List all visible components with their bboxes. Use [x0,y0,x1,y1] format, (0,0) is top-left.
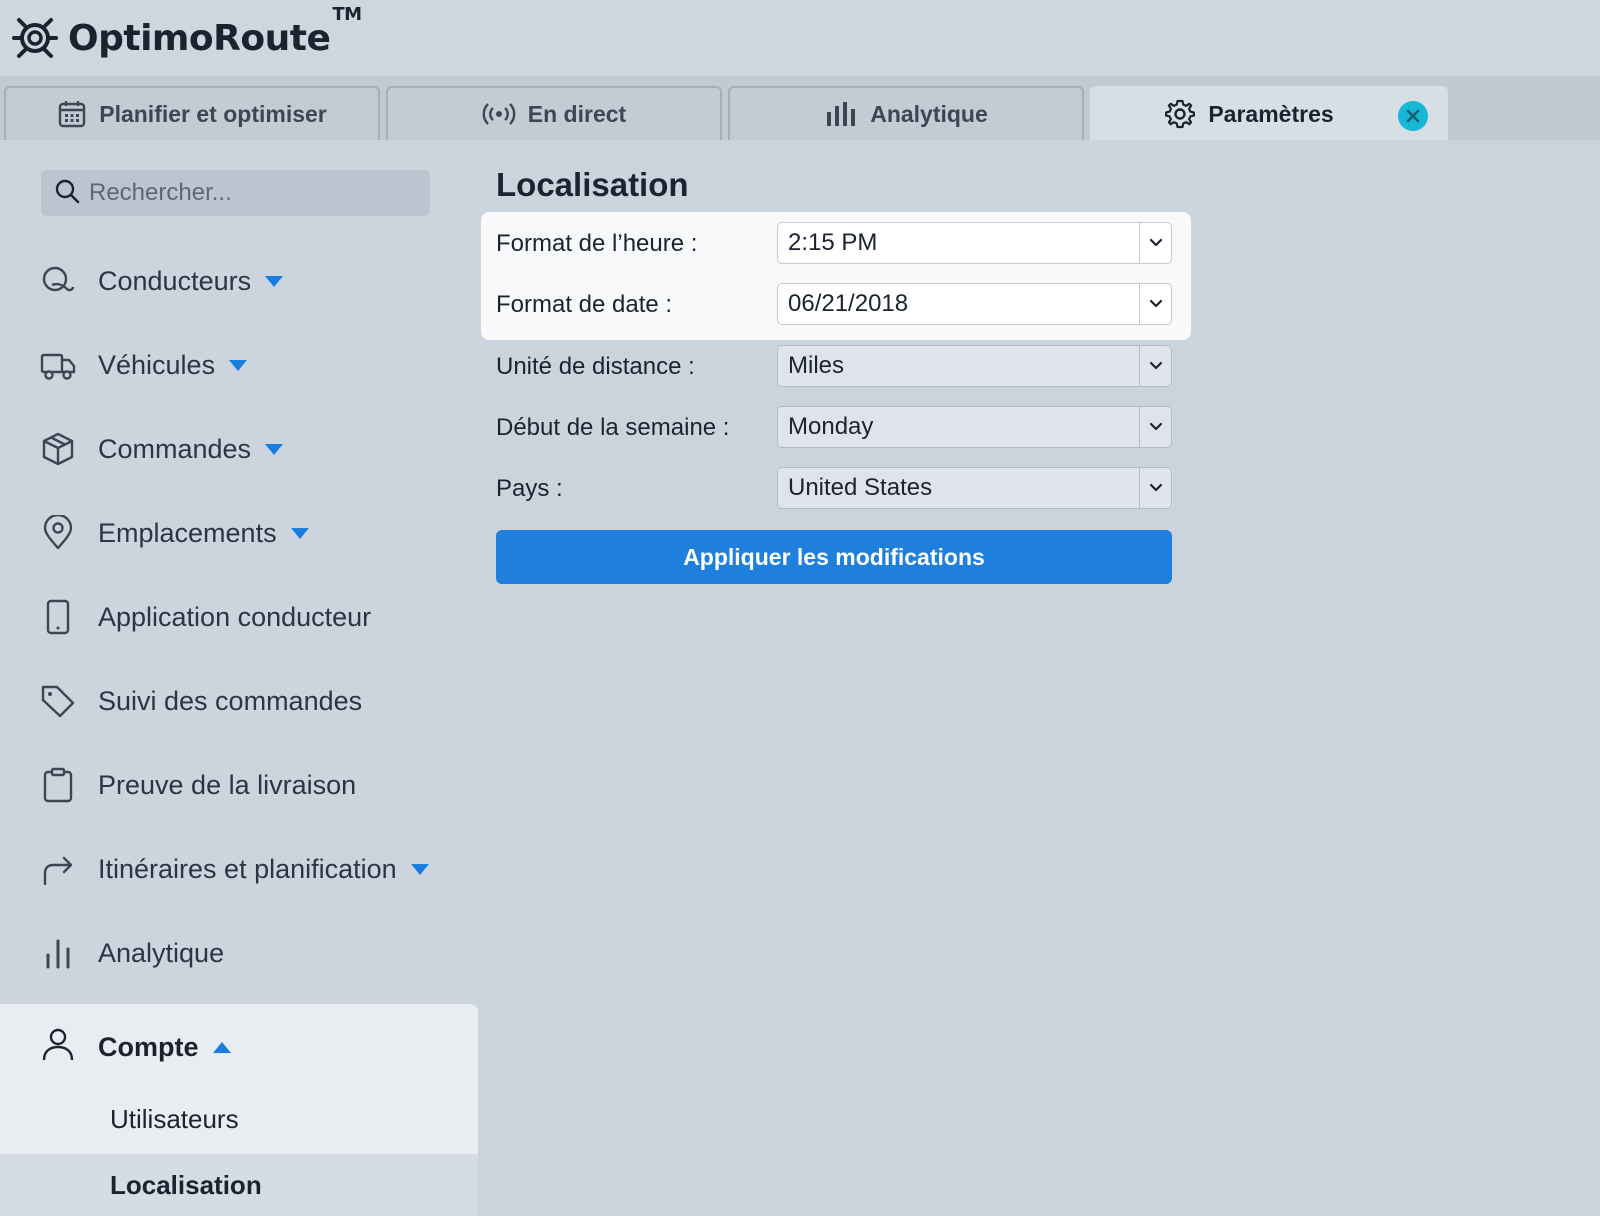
location-pin-icon [40,515,76,551]
sidebar-item-compte[interactable]: Compte [40,1020,231,1074]
date-format-label: Format de date : [496,291,673,318]
sidebar-item-commandes[interactable]: Commandes [40,424,284,474]
caret-down-icon [410,863,429,875]
chevron-down-icon [1139,407,1171,447]
sidebar-item-label: Preuve de la livraison [98,769,357,800]
select-value: Miles [788,352,845,379]
week-start-select[interactable]: Monday [777,406,1172,448]
gear-icon [1164,98,1196,130]
sidebar-item-label: Conducteurs [98,265,252,296]
box-icon [40,431,76,467]
tab-planifier[interactable]: Planifier et optimiser [4,86,380,140]
sidebar: Conducteurs Véhicules Commandes [0,140,478,1216]
optimoroute-logo-icon [10,13,60,63]
search-input[interactable] [89,179,419,207]
country-select[interactable]: United States [777,467,1172,509]
truck-icon [40,347,76,383]
driver-icon [40,263,76,299]
sidebar-item-label: Compte [98,1031,199,1062]
tab-label: En direct [527,100,627,127]
chevron-down-icon [1139,346,1171,386]
close-icon [1406,109,1420,123]
sidebar-item-label: Application conducteur [98,601,372,632]
search-box[interactable] [41,170,430,216]
tab-label: Planifier et optimiser [99,100,327,127]
route-arrow-icon [40,851,76,887]
sidebar-subitem-utilisateurs[interactable]: Utilisateurs [0,1088,478,1150]
phone-icon [40,599,76,635]
page-title: Localisation [496,166,689,203]
select-value: United States [788,474,933,501]
clipboard-icon [40,767,76,803]
app-name-text: OptimoRoute [68,17,331,59]
sidebar-subitem-label: Utilisateurs [110,1103,239,1134]
top-bar: OptimoRouteTM [0,0,1600,76]
sidebar-item-itineraires[interactable]: Itinéraires et planification [40,844,429,894]
sidebar-item-conducteurs[interactable]: Conducteurs [40,256,284,306]
calendar-icon [57,99,87,129]
sidebar-item-emplacements[interactable]: Emplacements [40,508,309,558]
sidebar-item-preuve-de-la-livraison[interactable]: Preuve de la livraison [40,760,356,810]
sidebar-subitem-label: Localisation [110,1169,262,1200]
broadcast-icon [482,101,516,127]
select-value: 2:15 PM [788,229,878,256]
sidebar-subitem-localisation[interactable]: Localisation [0,1154,478,1216]
time-format-select[interactable]: 2:15 PM [777,222,1172,264]
sidebar-item-label: Emplacements [98,517,277,548]
tab-label: Paramètres [1208,100,1334,127]
app-name: OptimoRouteTM [68,4,362,59]
date-format-select[interactable]: 06/21/2018 [777,283,1172,325]
tab-label: Analytique [870,100,988,127]
distance-unit-select[interactable]: Miles [777,345,1172,387]
search-icon [53,177,81,210]
caret-down-icon [265,275,284,287]
close-tab-button[interactable] [1398,101,1428,131]
sidebar-item-label: Suivi des commandes [98,685,363,716]
distance-unit-label: Unité de distance : [496,353,695,380]
trademark: TM [332,3,362,25]
tag-icon [40,683,76,719]
sidebar-item-label: Véhicules [98,349,216,380]
caret-up-icon [212,1041,231,1053]
caret-down-icon [265,443,284,455]
select-value: 06/21/2018 [788,290,909,317]
tab-analytique[interactable]: Analytique [728,86,1084,140]
bar-chart-icon [40,935,76,971]
bar-chart-icon [824,100,858,128]
week-start-label: Début de la semaine : [496,414,730,441]
caret-down-icon [290,527,309,539]
account-panel: Compte Utilisateurs Localisation [0,1004,478,1216]
apply-changes-button[interactable]: Appliquer les modifications [496,530,1172,584]
sidebar-item-application-conducteur[interactable]: Application conducteur [40,592,371,642]
sidebar-item-label: Itinéraires et planification [98,853,397,884]
sidebar-item-suivi-des-commandes[interactable]: Suivi des commandes [40,676,362,726]
tab-parametres[interactable]: Paramètres [1090,86,1448,140]
chevron-down-icon [1139,468,1171,508]
country-label: Pays : [496,475,563,502]
sidebar-item-label: Commandes [98,433,252,464]
sidebar-item-analytique[interactable]: Analytique [40,928,224,978]
chevron-down-icon [1139,223,1171,263]
time-format-label: Format de l’heure : [496,230,698,257]
select-value: Monday [788,413,874,440]
sidebar-item-vehicules[interactable]: Véhicules [40,340,248,390]
caret-down-icon [229,359,248,371]
tab-bar: Planifier et optimiser En direct Analyti… [0,76,1600,140]
user-icon [40,1026,76,1069]
tab-en-direct[interactable]: En direct [386,86,722,140]
chevron-down-icon [1139,284,1171,324]
sidebar-item-label: Analytique [98,937,225,968]
